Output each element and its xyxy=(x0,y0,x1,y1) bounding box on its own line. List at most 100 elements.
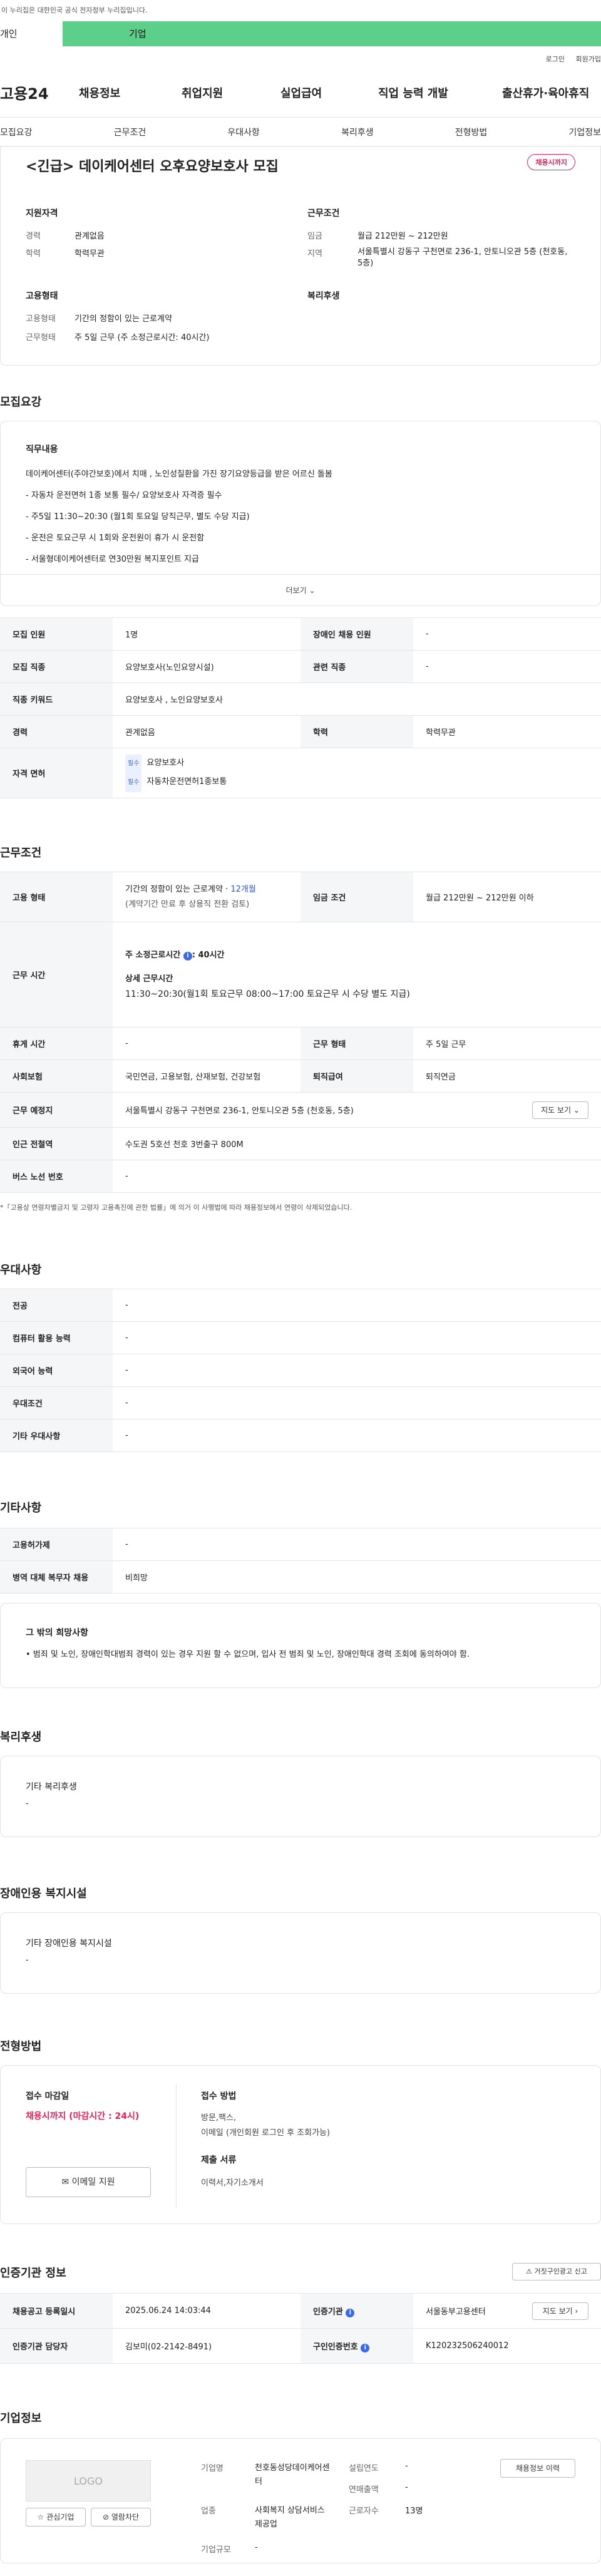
disability-title: 장애인용 복지시설 xyxy=(0,1887,87,1900)
wish-card: 그 밖의 희망사항 • 범죄 및 노인, 장애인학대범죄 경력이 있는 경우 지… xyxy=(0,1603,601,1688)
hours-value: 주 소정근로시간 i: 40시간 상세 근무시간 11:30~20:30(월1회… xyxy=(113,922,601,1028)
rest-label: 휴게 시간 xyxy=(0,1027,113,1060)
report-button[interactable]: ⚠ 거짓구인광고 신고 xyxy=(512,2263,601,2280)
tab-individual[interactable]: 개인 xyxy=(0,21,63,46)
reg-label: 채용공고 등록일시 xyxy=(0,2293,113,2329)
block-company-button[interactable]: ⊘ 열람차단 xyxy=(91,2508,151,2527)
method-note: 이메일 (개인회원 로그인 후 조회가능) xyxy=(201,2128,331,2138)
manager-value: 김보미(02-2142-8491) xyxy=(113,2328,300,2364)
agency-map-button[interactable]: 지도 보기 › xyxy=(532,2302,588,2320)
pref-value: - xyxy=(113,1386,601,1419)
duty-line: - 운전은 토요근무 시 1회와 운전원이 휴가 시 운전함 xyxy=(26,533,205,543)
section-nav: 모집요강 근무조건 우대사항 복리후생 전형방법 기업정보 xyxy=(0,118,601,147)
age-footnote: *「고용상 연령차별금지 및 고령자 고용촉진에 관한 법률」에 의거 이 사행… xyxy=(0,1203,352,1212)
divider xyxy=(176,2084,177,2207)
company-name-label: 기업명 xyxy=(201,2464,223,2473)
career-value: 관계없음 xyxy=(113,715,300,748)
tab-company[interactable]: 기업 xyxy=(63,21,601,46)
hours-weekly-suffix: : 40시간 xyxy=(192,950,225,960)
gnb-parental-leave[interactable]: 출산휴가·육아휴직 xyxy=(502,85,601,101)
other-value: 비희망 xyxy=(113,1560,601,1594)
subnav-welfare[interactable]: 복리후생 xyxy=(341,126,374,138)
email-apply-label: 이메일 지원 xyxy=(71,2177,115,2187)
pref-value: - xyxy=(113,1354,601,1387)
table-row: 휴게 시간 - 근무 형태 주 5일 근무 xyxy=(0,1027,601,1060)
rest-value: - xyxy=(113,1027,300,1060)
table-row: 기타 우대사항 - xyxy=(0,1419,601,1452)
more-button[interactable]: 더보기 ⌄ xyxy=(1,574,600,605)
email-apply-button[interactable]: ✉ 이메일 지원 xyxy=(26,2167,151,2197)
wish-text: • 범죄 및 노인, 장애인학대범죄 경력이 있는 경우 지원 할 수 없으며,… xyxy=(26,1650,470,1659)
map-button[interactable]: 지도 보기 ⌄ xyxy=(532,1101,588,1119)
size-value: - xyxy=(255,2543,258,2552)
summary-welfare-head: 복리후생 xyxy=(307,291,340,301)
hours-detail: 11:30~20:30(월1회 토요근무 08:00~17:00 토요근무 시 … xyxy=(125,989,410,999)
summary-area-value: 서울특별시 강동구 구천면로 236-1, 안토니오관 5층 (천호동, 5층) xyxy=(357,247,568,268)
global-nav: 고용24 채용정보 취업지원 실업급여 직업 능력 개발 출산휴가·육아휴직 xyxy=(0,68,601,118)
table-row: 근무 예정지 서울특별시 강동구 구천면로 236-1, 안토니오관 5층 (천… xyxy=(0,1092,601,1128)
headcount-value: 1명 xyxy=(113,617,300,651)
job-title: <긴급> 데이케어센터 오후요양보호사 모집 xyxy=(26,159,279,175)
pref-label: 외국어 능력 xyxy=(0,1354,113,1387)
chevron-down-icon: ⌄ xyxy=(309,586,316,595)
gnb-employment-support[interactable]: 취업지원 xyxy=(182,85,280,101)
favorite-company-button[interactable]: ☆ 관심기업 xyxy=(26,2508,86,2527)
bus-label: 버스 노선 번호 xyxy=(0,1160,113,1193)
table-row: 모집 인원 1명 장애인 채용 인원 - xyxy=(0,617,601,651)
edu-value: 학력무관 xyxy=(413,715,601,748)
signup-link[interactable]: 회원가입 xyxy=(576,55,601,63)
insurance-value: 국민연금, 고용보험, 산재보험, 건강보험 xyxy=(113,1059,300,1093)
table-row: 버스 노선 번호 - xyxy=(0,1160,601,1193)
hours-weekly: 주 소정근로시간 i: 40시간 xyxy=(125,948,588,963)
table-row: 근무 시간 주 소정근로시간 i: 40시간 상세 근무시간 11:30~20:… xyxy=(0,922,601,1028)
employees-value: 13명 xyxy=(405,2506,423,2516)
keyword-value: 요양보호사 , 노인요양보호사 xyxy=(113,683,601,716)
summary-career-value: 관계없음 xyxy=(74,232,105,241)
pref-label: 컴퓨터 활용 능력 xyxy=(0,1321,113,1354)
gnb-jobs[interactable]: 채용정보 xyxy=(75,85,182,101)
summary-wage-label: 임금 xyxy=(307,232,322,241)
chevron-down-icon: ⌄ xyxy=(573,1106,580,1115)
login-link[interactable]: 로그인 xyxy=(546,55,565,63)
cert-title: 인증기관 정보 xyxy=(0,2267,66,2280)
conditions-table: 고용 형태 기간의 정함이 있는 근로계약 · 12개월 (계약기간 만료 후 … xyxy=(0,872,601,1193)
job-history-button[interactable]: 채용정보 이력 xyxy=(500,2459,575,2478)
emp-note: (계약기간 만료 후 상용직 전환 검토) xyxy=(125,899,250,909)
industry-label: 업종 xyxy=(201,2506,216,2516)
welfare-value: - xyxy=(26,1799,29,1808)
utility-links: 로그인 회원가입 xyxy=(0,46,601,68)
welfare-card: 기타 복리후생 - xyxy=(0,1756,601,1837)
pref-value: - xyxy=(113,1321,601,1354)
other-label: 병역 대체 복무자 채용 xyxy=(0,1560,113,1594)
table-row: 고용허가제 - xyxy=(0,1528,601,1561)
subway-label: 인근 전철역 xyxy=(0,1127,113,1160)
table-row: 모집 직종 요양보호사(노인요양시설) 관련 직종 - xyxy=(0,650,601,683)
related-value: - xyxy=(413,650,601,683)
subnav-conditions[interactable]: 근무조건 xyxy=(114,126,146,138)
info-icon[interactable]: i xyxy=(361,2343,370,2352)
summary-area-label: 지역 xyxy=(307,249,322,259)
info-icon[interactable]: i xyxy=(183,951,192,961)
info-icon[interactable]: i xyxy=(346,2308,355,2317)
severance-value: 퇴직연금 xyxy=(413,1059,601,1093)
subnav-preference[interactable]: 우대사항 xyxy=(227,126,260,138)
table-row: 채용공고 등록일시 2025.06.24 14:03:44 인증기관 i 서울동… xyxy=(0,2293,601,2329)
table-row: 병역 대체 복무자 채용 비희망 xyxy=(0,1560,601,1594)
map-button-label: 지도 보기 xyxy=(541,1106,572,1115)
license-value: 필수 요양보호사 필수 자동차운전면허1종보통 xyxy=(113,748,601,798)
duty-card: 직무내용 데이케어센터(주야간보호)에서 치매 , 노인성질환을 가진 장기요양… xyxy=(0,421,601,606)
pref-label: 기타 우대사항 xyxy=(0,1419,113,1452)
subnav-recruit[interactable]: 모집요강 xyxy=(0,126,33,138)
subnav-process[interactable]: 전형방법 xyxy=(455,126,488,138)
summary-cond-head: 근무조건 xyxy=(307,209,340,219)
pref-value: - xyxy=(113,1289,601,1322)
gnb-job-training[interactable]: 직업 능력 개발 xyxy=(376,85,502,101)
summary-work-type-value: 주 5일 근무 (주 소정근로시간: 40시간) xyxy=(74,333,210,343)
subnav-company[interactable]: 기업정보 xyxy=(568,126,601,138)
deadline-value: 채용시까지 (마감시간 : 24시) xyxy=(26,2111,140,2121)
site-logo[interactable]: 고용24 xyxy=(0,81,75,103)
edu-label: 학력 xyxy=(300,715,413,748)
wage-value: 월급 212만원 ~ 212만원 이하 xyxy=(413,872,601,922)
agency-value: 서울동부고용센터 지도 보기 › xyxy=(413,2293,601,2329)
gnb-unemployment[interactable]: 실업급여 xyxy=(280,85,376,101)
